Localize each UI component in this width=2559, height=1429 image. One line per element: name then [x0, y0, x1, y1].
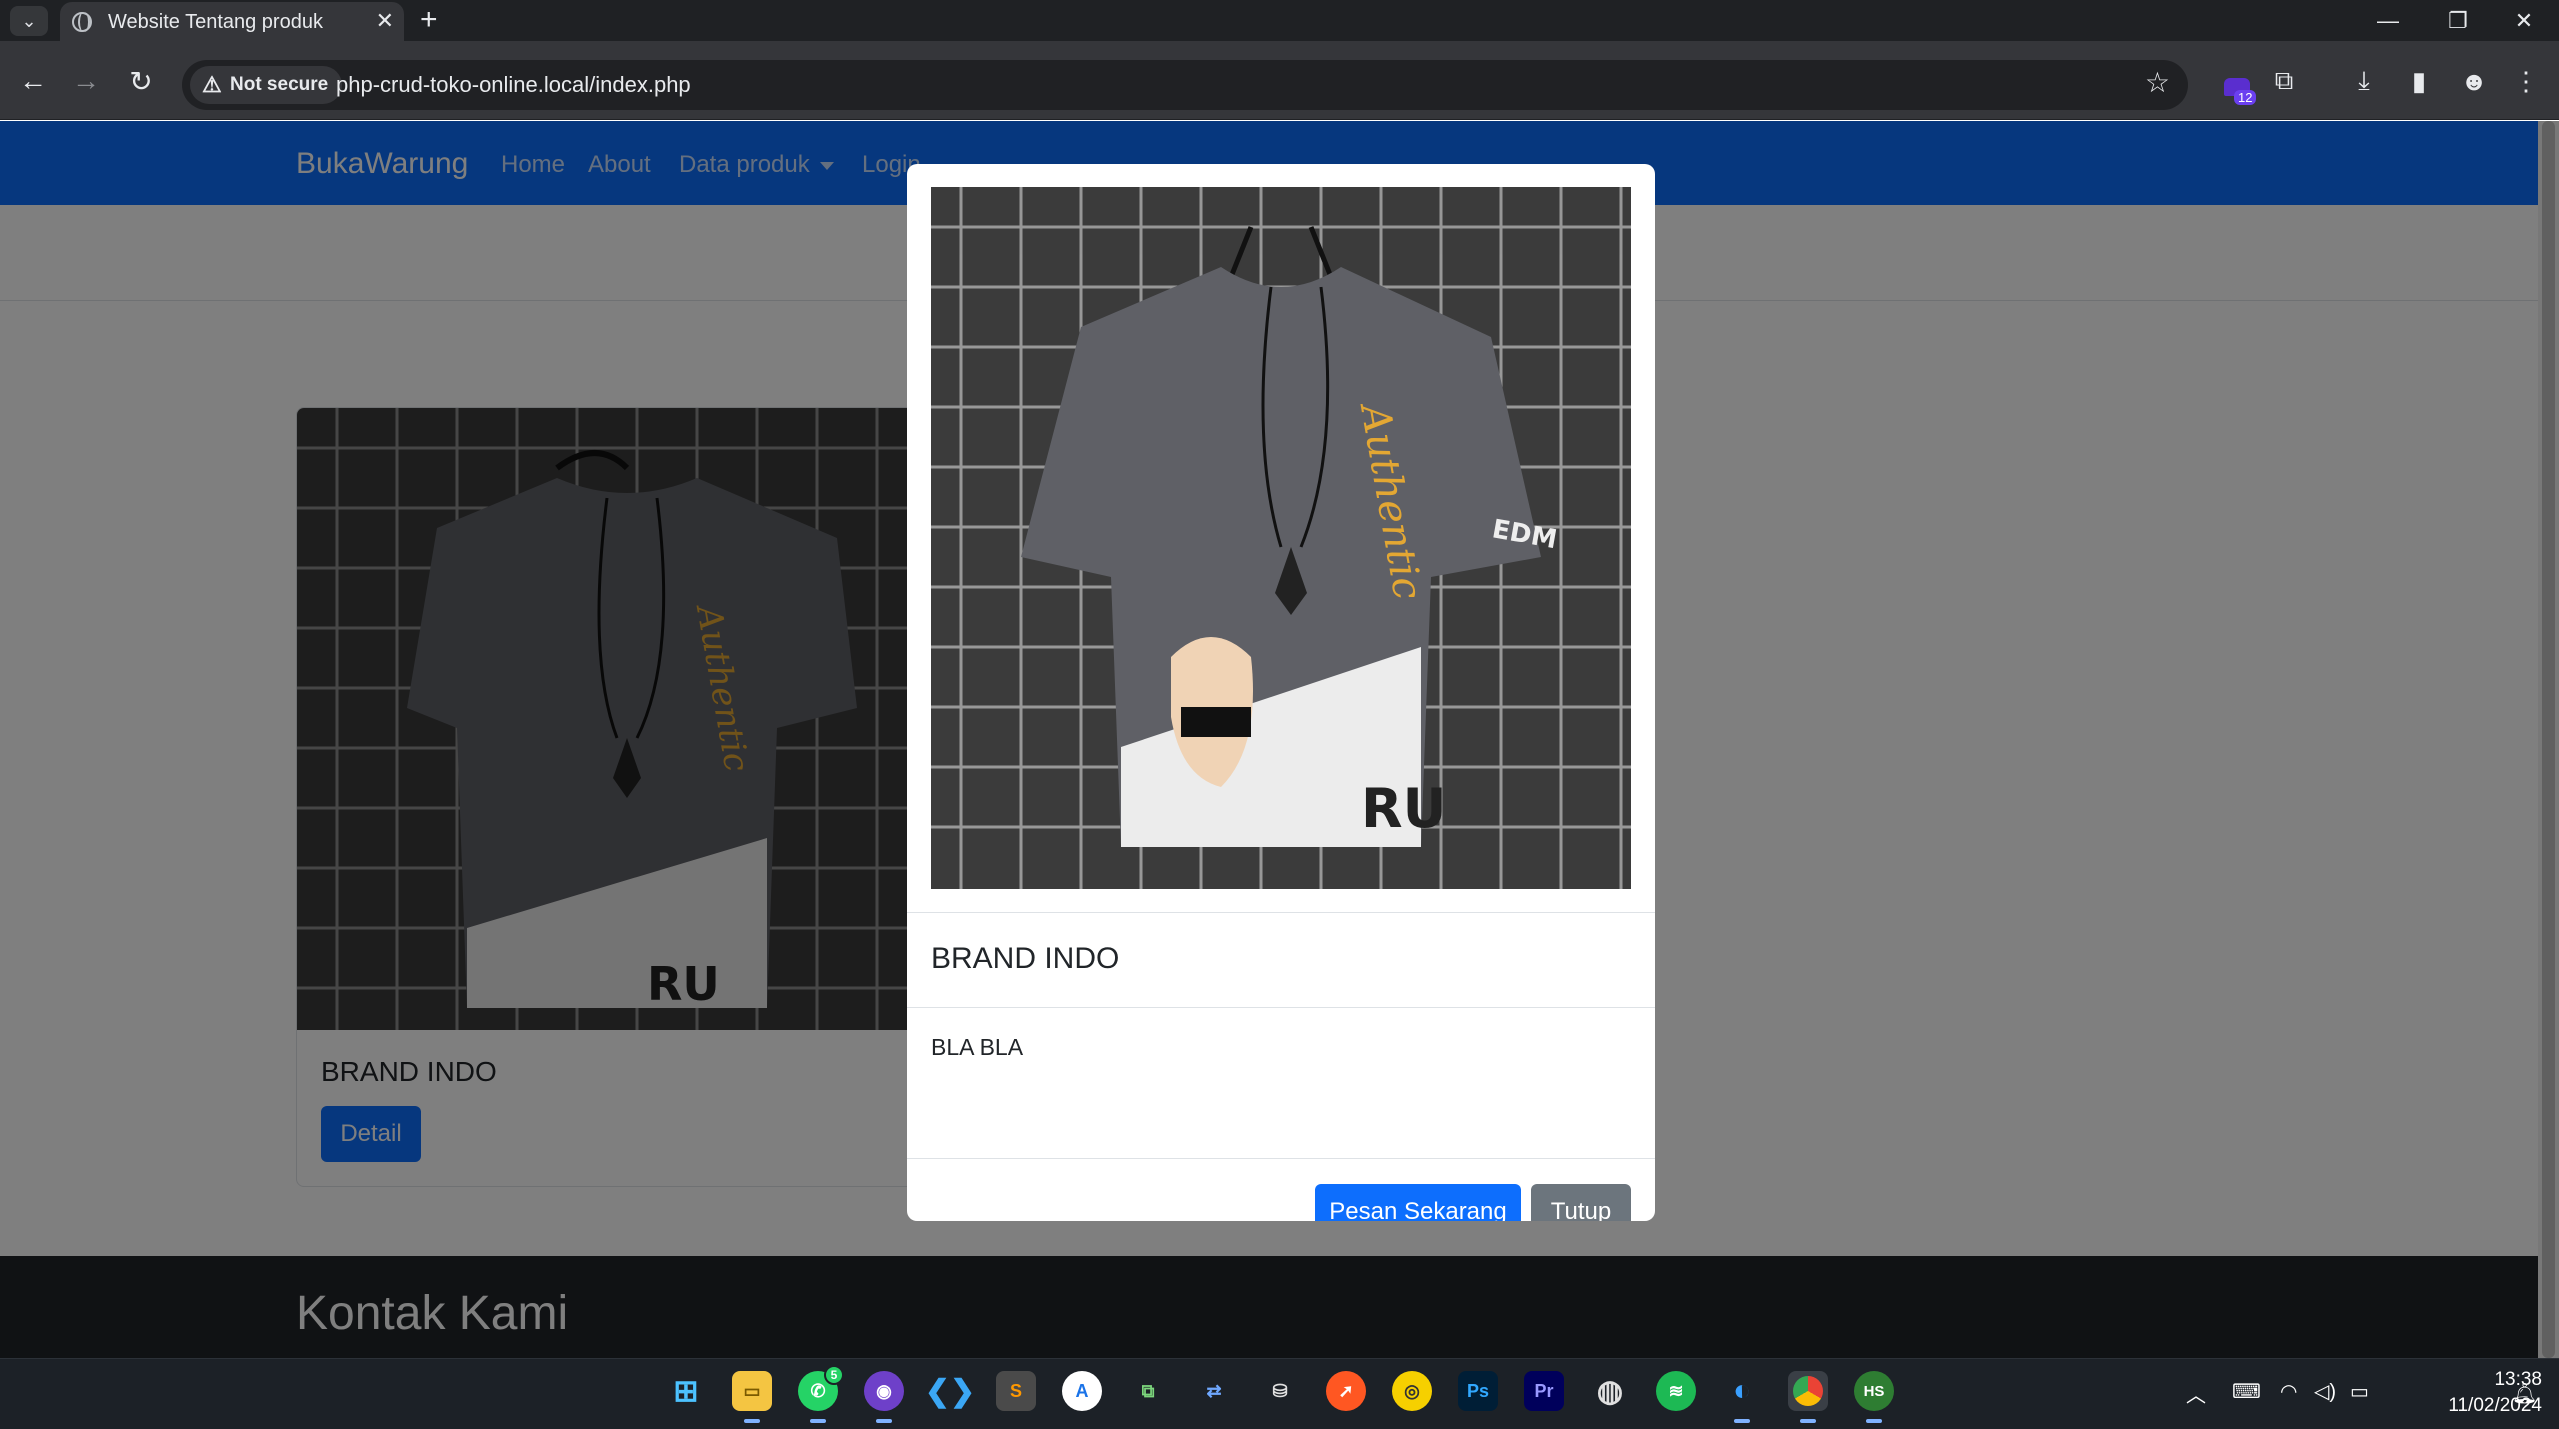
- modal-title: BRAND INDO: [931, 942, 1120, 975]
- new-tab-button[interactable]: +: [420, 3, 438, 37]
- browser-toolbar: ← → ↻ ⚠ Not secure php-crud-toko-online.…: [0, 41, 2559, 120]
- network-tool-icon[interactable]: ⧉: [1128, 1371, 1168, 1411]
- modal-divider: [907, 912, 1655, 913]
- product-detail-modal: Authentic EDM RU BRAND INDO BLA BLA Pesa…: [907, 164, 1655, 1221]
- app-store-icon[interactable]: A: [1062, 1371, 1102, 1411]
- chrome-logo-icon: [1793, 1376, 1823, 1406]
- network-settings-icon[interactable]: ⇄: [1194, 1371, 1234, 1411]
- modal-divider: [907, 1158, 1655, 1159]
- order-now-button[interactable]: Pesan Sekarang: [1315, 1184, 1521, 1221]
- modal-description: BLA BLA: [931, 1034, 1024, 1060]
- extensions-puzzle-icon[interactable]: ⧉: [2266, 63, 2302, 99]
- tab-search-button[interactable]: ⌄: [10, 6, 48, 36]
- close-window-button[interactable]: ✕: [2489, 0, 2559, 41]
- taskbar: ⊞ ▭ ✆ 5 ◉ ❮❯ S A ⧉ ⇄ ⛁ ➚ ◎ Ps Pr ◍ ≋ ◐ H…: [0, 1358, 2559, 1429]
- close-tab-icon[interactable]: ✕: [376, 8, 394, 34]
- extension-badge: 12: [2234, 90, 2257, 105]
- bookmark-star-icon[interactable]: ☆: [2145, 66, 2170, 99]
- side-panel-icon[interactable]: ▮: [2401, 63, 2437, 99]
- address-bar[interactable]: ⚠ Not secure php-crud-toko-online.local/…: [182, 60, 2188, 110]
- reload-button[interactable]: ↻: [121, 61, 161, 101]
- modal-product-image: Authentic EDM RU: [931, 187, 1631, 889]
- arrow-right-icon: →: [72, 65, 100, 96]
- norton-icon[interactable]: ◎: [1392, 1371, 1432, 1411]
- windows-start-icon[interactable]: ⊞: [666, 1371, 706, 1411]
- profile-avatar[interactable]: ☻: [2456, 63, 2492, 99]
- web-page: BukaWarung Home About Data produk Login …: [0, 121, 2559, 1358]
- warning-icon: ⚠: [202, 72, 222, 97]
- postman-icon[interactable]: ➚: [1326, 1371, 1366, 1411]
- browser-tab-strip: ⌄ Website Tentang produk ✕ + — ❐ ✕: [0, 0, 2559, 41]
- close-modal-button[interactable]: Tutup: [1531, 1184, 1631, 1221]
- whatsapp-badge: 5: [824, 1365, 844, 1385]
- volume-icon[interactable]: ◁): [2314, 1379, 2336, 1404]
- reload-icon: ↻: [129, 65, 153, 97]
- security-label: Not secure: [230, 74, 329, 95]
- obs-icon[interactable]: ◍: [1590, 1371, 1630, 1411]
- menu-kebab-icon[interactable]: ⋮: [2508, 63, 2544, 99]
- svg-text:RU: RU: [1361, 777, 1446, 840]
- photoshop-icon[interactable]: Ps: [1458, 1371, 1498, 1411]
- forward-button[interactable]: →: [66, 61, 106, 101]
- tab-title: Website Tentang produk: [108, 11, 323, 33]
- extension-icon[interactable]: 12: [2224, 74, 2257, 105]
- file-explorer-icon[interactable]: ▭: [732, 1371, 772, 1423]
- notification-bell-icon[interactable]: 🔔︎: [2512, 1381, 2537, 1406]
- wifi-icon[interactable]: ◠: [2280, 1379, 2297, 1404]
- browser-tab[interactable]: Website Tentang produk ✕: [60, 2, 404, 41]
- back-button[interactable]: ←: [13, 61, 53, 101]
- vscode-icon[interactable]: ❮❯: [925, 1371, 975, 1411]
- minimize-button[interactable]: —: [2353, 0, 2423, 41]
- premiere-pro-icon[interactable]: Pr: [1524, 1371, 1564, 1411]
- battery-icon[interactable]: ▭: [2350, 1379, 2369, 1404]
- whatsapp-icon[interactable]: ✆ 5: [798, 1365, 844, 1423]
- modal-divider: [907, 1007, 1655, 1008]
- tray-overflow-icon[interactable]: ︿: [2186, 1379, 2206, 1408]
- site-info-chip[interactable]: ⚠ Not secure: [190, 66, 343, 104]
- edge-icon[interactable]: ◐: [1722, 1371, 1762, 1423]
- download-icon[interactable]: ⤓: [2346, 63, 2382, 99]
- hs-app-icon[interactable]: HS: [1854, 1371, 1894, 1423]
- restore-button[interactable]: ❐: [2423, 0, 2493, 41]
- keyboard-icon[interactable]: ⌨: [2232, 1379, 2261, 1404]
- chevron-down-icon: ⌄: [21, 10, 37, 31]
- globe-icon: [72, 12, 92, 32]
- url-text[interactable]: php-crud-toko-online.local/index.php: [336, 72, 691, 98]
- database-icon[interactable]: ⛁: [1260, 1371, 1300, 1411]
- chrome-icon[interactable]: [1788, 1371, 1828, 1423]
- github-desktop-icon[interactable]: ◉: [864, 1371, 904, 1423]
- arrow-left-icon: ←: [19, 65, 47, 96]
- spotify-icon[interactable]: ≋: [1656, 1371, 1696, 1411]
- sublime-text-icon[interactable]: S: [996, 1371, 1036, 1411]
